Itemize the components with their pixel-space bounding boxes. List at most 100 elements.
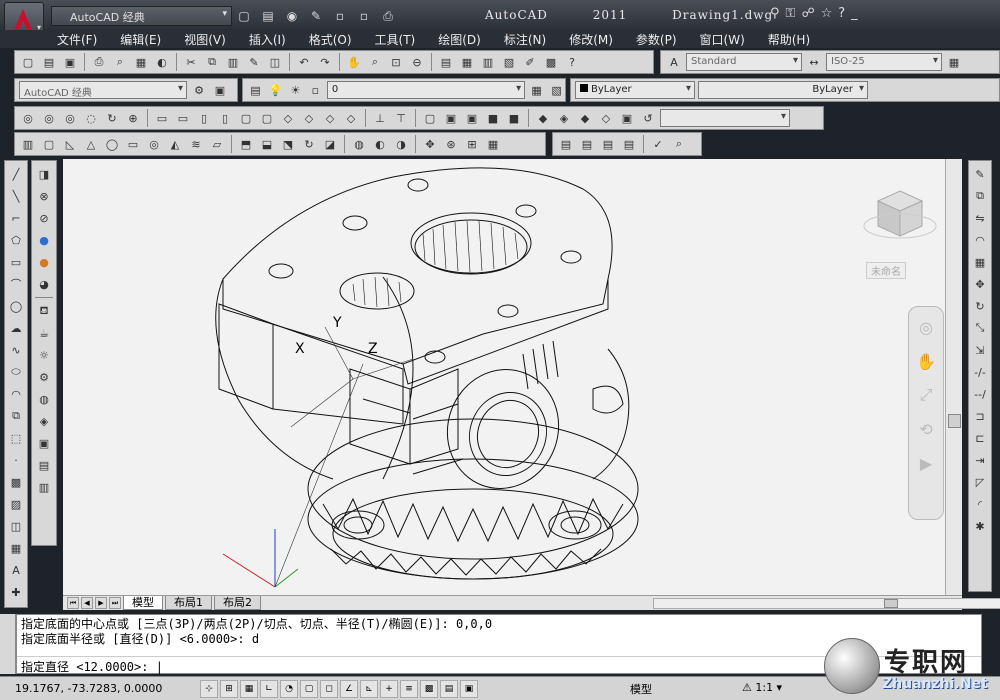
render-icon[interactable]: ◆: [534, 109, 552, 127]
layer-unisolate-icon[interactable]: ▤: [620, 135, 638, 153]
construction-line-icon[interactable]: ╲: [7, 187, 25, 205]
osnap-icon[interactable]: ▢: [300, 680, 318, 698]
zoom-previous-icon[interactable]: ⊖: [408, 53, 426, 71]
help-icon[interactable]: ?: [838, 6, 845, 21]
menu-window[interactable]: 窗口(W): [700, 31, 745, 48]
se-iso-icon[interactable]: ◇: [300, 109, 318, 127]
find-icon[interactable]: ⌕: [670, 135, 688, 153]
layer-change-icon[interactable]: ▤: [578, 135, 596, 153]
preview-icon[interactable]: ⌕: [111, 53, 129, 71]
3d-hidden-icon[interactable]: ▣: [463, 109, 481, 127]
plot-icon[interactable]: ⎙: [378, 6, 398, 26]
polar-icon[interactable]: ◔: [280, 680, 298, 698]
ortho-icon[interactable]: ∟: [260, 680, 278, 698]
menu-parametric[interactable]: 参数(P): [636, 31, 677, 48]
undo-icon[interactable]: ▫: [330, 6, 350, 26]
gear-icon[interactable]: ⚙: [190, 81, 208, 99]
color-select[interactable]: ByLayer: [575, 81, 695, 99]
view-manager-icon[interactable]: ↺: [639, 109, 657, 127]
scale-icon[interactable]: ⤡: [971, 319, 989, 337]
ucs-world-icon[interactable]: ⊤: [392, 109, 410, 127]
move-icon[interactable]: ✥: [971, 275, 989, 293]
menu-draw[interactable]: 绘图(D): [438, 31, 481, 48]
revolve-icon[interactable]: ↻: [300, 135, 318, 153]
save-icon[interactable]: ◉: [282, 6, 302, 26]
scroll-thumb[interactable]: [884, 599, 898, 608]
arc-icon[interactable]: ⌒: [7, 275, 25, 293]
mirror-icon[interactable]: ⇋: [971, 209, 989, 227]
snap-icon[interactable]: ⊞: [220, 680, 238, 698]
3d-dwf-icon[interactable]: ◐: [153, 53, 171, 71]
block-editor-icon[interactable]: ◫: [266, 53, 284, 71]
publish-icon[interactable]: ▦: [132, 53, 150, 71]
print-icon[interactable]: ⎙: [90, 53, 108, 71]
tab-layout1[interactable]: 布局1: [165, 596, 212, 610]
chamfer-icon[interactable]: ◸: [971, 473, 989, 491]
steering-wheel-icon[interactable]: ◎: [912, 313, 940, 341]
tab-model[interactable]: 模型: [123, 596, 163, 610]
break-icon[interactable]: ⊏: [971, 429, 989, 447]
menu-edit[interactable]: 编辑(E): [120, 31, 161, 48]
layer-match-icon[interactable]: ▤: [557, 135, 575, 153]
distance-icon[interactable]: ◌: [82, 109, 100, 127]
new-icon[interactable]: ▢: [19, 53, 37, 71]
linetype-select[interactable]: ByLayer: [698, 81, 868, 99]
spell-check-icon[interactable]: ✓: [649, 135, 667, 153]
undo-icon[interactable]: ↶: [295, 53, 313, 71]
blue-sphere-icon[interactable]: ●: [35, 231, 53, 249]
lights-icon[interactable]: ◇: [597, 109, 615, 127]
wedge-icon[interactable]: ◺: [61, 135, 79, 153]
light-list-icon[interactable]: ⚙: [35, 368, 53, 386]
3d-align-icon[interactable]: ⊞: [463, 135, 481, 153]
constrained-orbit-icon[interactable]: ◎: [40, 109, 58, 127]
revision-cloud-icon[interactable]: ☁: [7, 319, 25, 337]
union-icon[interactable]: ◍: [350, 135, 368, 153]
showmotion-icon[interactable]: ▶: [912, 449, 940, 477]
trim-icon[interactable]: -/-: [971, 363, 989, 381]
circle-icon[interactable]: ◯: [7, 297, 25, 315]
3d-rotate-icon[interactable]: ⊛: [442, 135, 460, 153]
3d-move-icon[interactable]: ✥: [421, 135, 439, 153]
array-icon[interactable]: ▦: [971, 253, 989, 271]
grid-icon[interactable]: ▦: [240, 680, 258, 698]
quick-properties-icon[interactable]: ▤: [440, 680, 458, 698]
sphere-icon[interactable]: ◯: [103, 135, 121, 153]
material-browser-icon[interactable]: ◍: [35, 390, 53, 408]
next-tab-icon[interactable]: ▶: [95, 597, 107, 609]
make-block-icon[interactable]: ⬚: [7, 429, 25, 447]
stretch-icon[interactable]: ⇲: [971, 341, 989, 359]
render-region-icon[interactable]: ◈: [555, 109, 573, 127]
ducs-icon[interactable]: ⊾: [360, 680, 378, 698]
top-view-icon[interactable]: ▭: [153, 109, 171, 127]
3d-array-icon[interactable]: ▦: [484, 135, 502, 153]
paste-icon[interactable]: ▥: [224, 53, 242, 71]
transparency-icon[interactable]: ▩: [420, 680, 438, 698]
intersect-icon[interactable]: ◑: [392, 135, 410, 153]
nw-iso-icon[interactable]: ◇: [342, 109, 360, 127]
sheet-set-icon[interactable]: ▧: [500, 53, 518, 71]
swivel-icon[interactable]: ↻: [103, 109, 121, 127]
workspace-select[interactable]: AutoCAD 经典: [19, 81, 187, 99]
sw-iso-icon[interactable]: ◇: [279, 109, 297, 127]
table-style-icon[interactable]: ▦: [945, 53, 963, 71]
model-space-toggle[interactable]: 模型: [630, 681, 652, 697]
tool-palettes-icon[interactable]: ▥: [479, 53, 497, 71]
infer-constraints-icon[interactable]: ⊹: [200, 680, 218, 698]
teapot-outline-icon[interactable]: ☕: [35, 324, 53, 342]
helix-icon[interactable]: ≋: [187, 135, 205, 153]
join-icon[interactable]: ⇥: [971, 451, 989, 469]
subtract-icon[interactable]: ◐: [371, 135, 389, 153]
annotation-scale[interactable]: ⚠ 1:1 ▾: [742, 681, 782, 694]
polysolid-icon[interactable]: ▥: [19, 135, 37, 153]
zoom-window-icon[interactable]: ⊡: [387, 53, 405, 71]
menu-format[interactable]: 格式(O): [309, 31, 352, 48]
sweep-icon[interactable]: ⬔: [279, 135, 297, 153]
render-environment-icon[interactable]: ▣: [35, 434, 53, 452]
coordinate-readout[interactable]: 19.1767, -73.7283, 0.0000: [15, 682, 162, 695]
key-icon[interactable]: ⚿: [786, 6, 796, 21]
menu-tools[interactable]: 工具(T): [375, 31, 416, 48]
save-icon[interactable]: ▣: [61, 53, 79, 71]
orange-sphere-icon[interactable]: ●: [35, 253, 53, 271]
dim-style-select[interactable]: ISO-25: [826, 53, 942, 71]
text-style-icon[interactable]: A: [665, 53, 683, 71]
